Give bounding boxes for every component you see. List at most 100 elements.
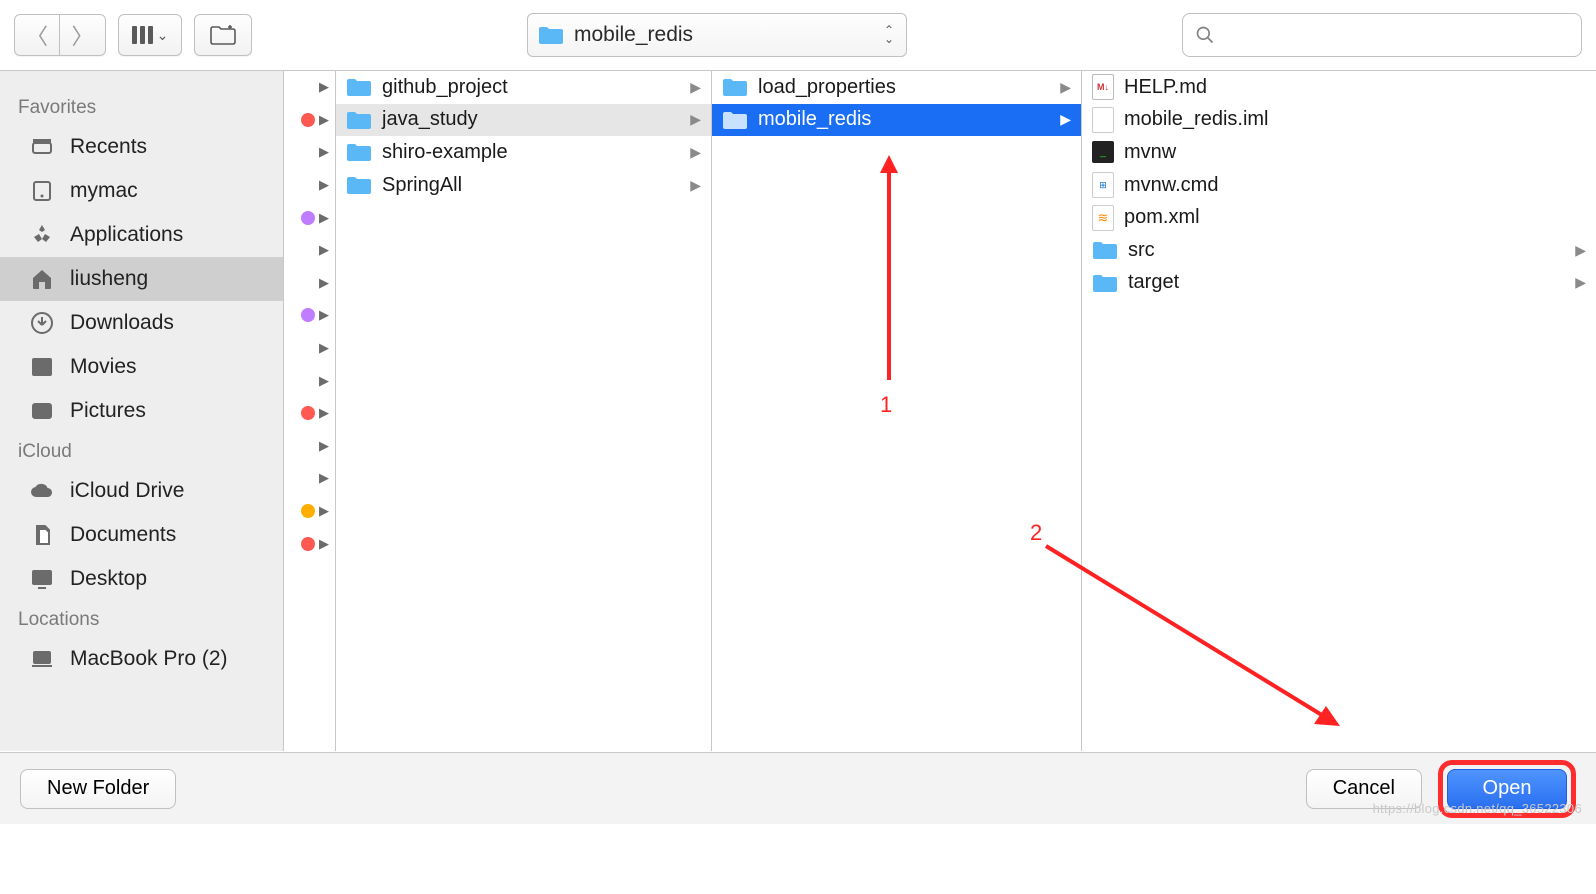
tag-row[interactable]: ▶ (284, 332, 335, 365)
sidebar-item-icloud-drive[interactable]: iCloud Drive (0, 469, 283, 513)
sidebar-item-macbook-pro-2-[interactable]: MacBook Pro (2) (0, 637, 283, 681)
list-item[interactable]: M↓HELP.md (1082, 71, 1596, 104)
chevron-right-icon: ▶ (319, 373, 329, 389)
tag-row[interactable]: ▶ (284, 201, 335, 234)
folder-icon (722, 77, 748, 97)
chevron-down-icon: ⌄ (157, 27, 169, 44)
chevron-right-icon: ▶ (319, 275, 329, 291)
sidebar-item-label: iCloud Drive (70, 479, 184, 503)
item-label: mvnw (1124, 141, 1176, 164)
sidebar-item-applications[interactable]: Applications (0, 213, 283, 257)
tag-row[interactable]: ▶ (284, 527, 335, 560)
documents-icon (28, 523, 56, 547)
list-item[interactable]: java_study▶ (336, 104, 711, 137)
file-icon: _ (1092, 139, 1114, 165)
item-label: github_project (382, 76, 508, 99)
list-item[interactable]: shiro-example ▶ (336, 136, 711, 169)
sidebar-item-liusheng[interactable]: liusheng (0, 257, 283, 301)
tag-row[interactable]: ▶ (284, 169, 335, 202)
tag-row[interactable]: ▶ (284, 397, 335, 430)
chevron-right-icon: ▶ (319, 79, 329, 95)
annotation-label-2: 2 (1030, 520, 1042, 546)
tag-row[interactable]: ▶ (284, 71, 335, 104)
tag-row[interactable]: ▶ (284, 136, 335, 169)
sidebar-item-pictures[interactable]: Pictures (0, 389, 283, 433)
folder-plus-icon (209, 24, 237, 46)
folder-icon (346, 175, 372, 195)
nav-buttons: 〈 〉 (14, 14, 106, 56)
tag-dot-icon (301, 308, 315, 322)
list-item[interactable]: mobile_redis▶ (712, 104, 1081, 137)
list-item[interactable]: ≋pom.xml (1082, 201, 1596, 234)
folder-icon (1092, 273, 1118, 293)
folder-icon (346, 142, 372, 162)
list-item[interactable]: load_properties▶ (712, 71, 1081, 104)
item-label: HELP.md (1124, 76, 1207, 99)
list-item[interactable]: ⊞mvnw.cmd (1082, 169, 1596, 202)
sidebar-item-label: mymac (70, 179, 138, 203)
sidebar: FavoritesRecentsmymacApplicationsliushen… (0, 71, 284, 751)
file-icon: ≋ (1092, 205, 1114, 231)
movies-icon (28, 355, 56, 379)
back-button[interactable]: 〈 (14, 14, 60, 56)
chevron-left-icon: 〈 (26, 19, 48, 51)
tag-row[interactable]: ▶ (284, 364, 335, 397)
chevron-right-icon: ▶ (319, 144, 329, 160)
list-item[interactable]: src▶ (1082, 234, 1596, 267)
path-selector[interactable]: mobile_redis ⌃⌄ (527, 13, 907, 57)
new-folder-button[interactable]: New Folder (20, 769, 176, 809)
tag-row[interactable]: ▶ (284, 104, 335, 137)
search-input[interactable] (1223, 24, 1569, 47)
toolbar: 〈 〉 ⌄ mobile_redis ⌃⌄ (0, 0, 1596, 71)
sidebar-item-recents[interactable]: Recents (0, 125, 283, 169)
recents-icon (28, 135, 56, 159)
sidebar-item-documents[interactable]: Documents (0, 513, 283, 557)
chevron-right-icon: ▶ (690, 144, 701, 161)
item-label: mobile_redis.iml (1124, 108, 1269, 131)
item-label: SpringAll (382, 174, 462, 197)
view-mode-button[interactable]: ⌄ (118, 14, 182, 56)
list-item[interactable]: mobile_redis.iml (1082, 104, 1596, 137)
chevron-right-icon: ▶ (1575, 242, 1586, 259)
item-label: mvnw.cmd (1124, 174, 1218, 197)
sidebar-item-label: Applications (70, 223, 183, 247)
chevron-right-icon: 〉 (71, 19, 93, 51)
sidebar-item-movies[interactable]: Movies (0, 345, 283, 389)
sidebar-section-header: iCloud (0, 433, 283, 469)
item-label: target (1128, 271, 1179, 294)
tag-dot-icon (301, 504, 315, 518)
chevron-right-icon: ▶ (690, 177, 701, 194)
home-icon (28, 267, 56, 291)
tag-dot-icon (301, 211, 315, 225)
search-icon (1195, 25, 1215, 45)
list-item[interactable]: _ mvnw (1082, 136, 1596, 169)
sidebar-item-label: Desktop (70, 567, 147, 591)
folder-icon (346, 77, 372, 97)
item-label: load_properties (758, 76, 896, 99)
forward-button[interactable]: 〉 (60, 14, 106, 56)
group-by-button[interactable] (194, 14, 252, 56)
file-icon (1092, 107, 1114, 133)
tag-row[interactable]: ▶ (284, 267, 335, 300)
footer: New Folder Cancel Open (0, 752, 1596, 824)
tag-row[interactable]: ▶ (284, 430, 335, 463)
search-field[interactable] (1182, 13, 1582, 57)
tag-row[interactable]: ▶ (284, 462, 335, 495)
tag-row[interactable]: ▶ (284, 234, 335, 267)
tag-row[interactable]: ▶ (284, 299, 335, 332)
list-item[interactable]: github_project▶ (336, 71, 711, 104)
sidebar-item-mymac[interactable]: mymac (0, 169, 283, 213)
sidebar-item-desktop[interactable]: Desktop (0, 557, 283, 601)
sidebar-item-label: Movies (70, 355, 137, 379)
columns-icon (132, 26, 153, 44)
sidebar-item-downloads[interactable]: Downloads (0, 301, 283, 345)
sidebar-item-label: Downloads (70, 311, 174, 335)
tag-row[interactable]: ▶ (284, 495, 335, 528)
list-item[interactable]: target▶ (1082, 267, 1596, 300)
chevron-right-icon: ▶ (319, 307, 329, 323)
main-area: FavoritesRecentsmymacApplicationsliushen… (0, 71, 1596, 751)
list-item[interactable]: SpringAll ▶ (336, 169, 711, 202)
chevron-right-icon: ▶ (319, 210, 329, 226)
item-label: shiro-example (382, 141, 508, 164)
folder-icon (538, 25, 564, 45)
